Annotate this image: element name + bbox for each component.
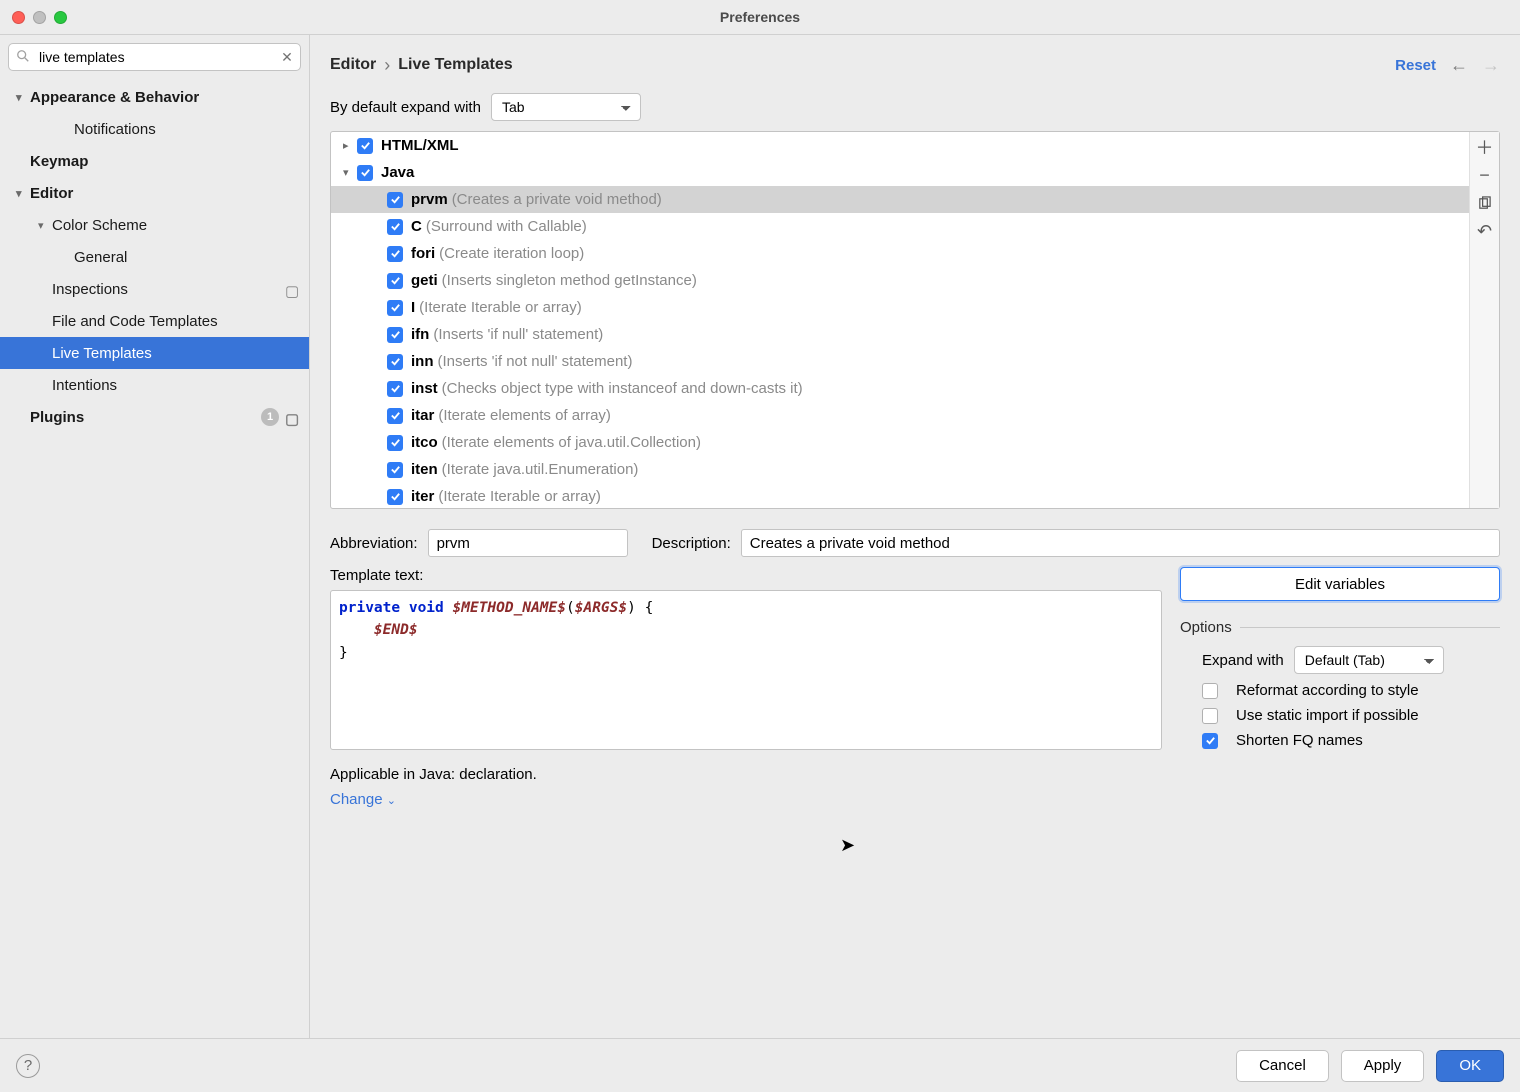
template-item-c[interactable]: C (Surround with Callable) xyxy=(331,213,1469,240)
template-item-itar[interactable]: itar (Iterate elements of array) xyxy=(331,402,1469,429)
sidebar-item-editor[interactable]: ▾Editor xyxy=(0,177,309,209)
sidebar-item-file-and-code-templates[interactable]: File and Code Templates xyxy=(0,305,309,337)
cancel-button[interactable]: Cancel xyxy=(1236,1050,1329,1082)
sidebar-item-plugins[interactable]: Plugins1▢ xyxy=(0,401,309,433)
help-button[interactable]: ? xyxy=(16,1054,40,1078)
breadcrumb: Editor › Live Templates Reset ← → xyxy=(330,45,1500,85)
template-item-inn[interactable]: inn (Inserts 'if not null' statement) xyxy=(331,348,1469,375)
group-checkbox[interactable] xyxy=(357,138,373,154)
template-text-label: Template text: xyxy=(330,567,1162,584)
template-checkbox[interactable] xyxy=(387,408,403,424)
options-label: Options xyxy=(1180,619,1232,636)
template-checkbox[interactable] xyxy=(387,300,403,316)
group-checkbox[interactable] xyxy=(357,165,373,181)
copy-template-icon[interactable] xyxy=(1476,194,1494,212)
reformat-checkbox[interactable] xyxy=(1202,683,1218,699)
shorten-fq-label: Shorten FQ names xyxy=(1236,732,1363,749)
desc-label: Description: xyxy=(652,535,731,552)
expand-with-label: By default expand with xyxy=(330,99,481,116)
add-template-icon[interactable]: ＋ xyxy=(1476,138,1494,156)
window-title: Preferences xyxy=(0,9,1520,25)
template-group-java[interactable]: ▾Java xyxy=(331,159,1469,186)
template-item-iter[interactable]: iter (Iterate Iterable or array) xyxy=(331,483,1469,508)
sidebar-item-inspections[interactable]: Inspections▢ xyxy=(0,273,309,305)
template-checkbox[interactable] xyxy=(387,192,403,208)
chevron-down-icon: ⌄ xyxy=(387,795,396,807)
template-checkbox[interactable] xyxy=(387,462,403,478)
breadcrumb-sep-icon: › xyxy=(384,55,390,76)
search-input[interactable] xyxy=(8,43,301,71)
expand-with-select[interactable]: Tab xyxy=(491,93,641,121)
option-expand-with-label: Expand with xyxy=(1202,652,1284,669)
sidebar-item-color-scheme[interactable]: ▾Color Scheme xyxy=(0,209,309,241)
template-checkbox[interactable] xyxy=(387,246,403,262)
desc-input[interactable] xyxy=(741,529,1500,557)
template-tools: ＋ − ↶ xyxy=(1469,132,1499,508)
search-icon xyxy=(16,49,30,63)
sidebar-item-keymap[interactable]: Keymap xyxy=(0,145,309,177)
titlebar: Preferences xyxy=(0,0,1520,34)
back-icon[interactable]: ← xyxy=(1450,55,1468,76)
static-import-checkbox[interactable] xyxy=(1202,708,1218,724)
template-checkbox[interactable] xyxy=(387,435,403,451)
sidebar-item-appearance-behavior[interactable]: ▾Appearance & Behavior xyxy=(0,81,309,113)
ok-button[interactable]: OK xyxy=(1436,1050,1504,1082)
template-checkbox[interactable] xyxy=(387,327,403,343)
sidebar-item-intentions[interactable]: Intentions xyxy=(0,369,309,401)
clear-search-icon[interactable]: ✕ xyxy=(279,49,295,65)
template-item-prvm[interactable]: prvm (Creates a private void method) xyxy=(331,186,1469,213)
template-checkbox[interactable] xyxy=(387,381,403,397)
forward-icon: → xyxy=(1482,55,1500,76)
applicable-label: Applicable in Java: declaration. xyxy=(330,766,1162,783)
template-group-html-xml[interactable]: ▸HTML/XML xyxy=(331,132,1469,159)
sidebar-item-general[interactable]: General xyxy=(0,241,309,273)
breadcrumb-page: Live Templates xyxy=(398,56,512,74)
sidebar-item-notifications[interactable]: Notifications xyxy=(0,113,309,145)
template-checkbox[interactable] xyxy=(387,219,403,235)
change-context-link[interactable]: Change ⌄ xyxy=(330,791,396,808)
template-checkbox[interactable] xyxy=(387,273,403,289)
template-checkbox[interactable] xyxy=(387,354,403,370)
template-item-inst[interactable]: inst (Checks object type with instanceof… xyxy=(331,375,1469,402)
sidebar-item-live-templates[interactable]: Live Templates xyxy=(0,337,309,369)
template-item-iten[interactable]: iten (Iterate java.util.Enumeration) xyxy=(331,456,1469,483)
template-text-editor[interactable]: private void $METHOD_NAME$($ARGS$) { $EN… xyxy=(330,590,1162,750)
template-item-fori[interactable]: fori (Create iteration loop) xyxy=(331,240,1469,267)
static-import-label: Use static import if possible xyxy=(1236,707,1419,724)
shorten-fq-checkbox[interactable] xyxy=(1202,733,1218,749)
option-expand-with-select[interactable]: Default (Tab) xyxy=(1294,646,1444,674)
abbrev-label: Abbreviation: xyxy=(330,535,418,552)
apply-button[interactable]: Apply xyxy=(1341,1050,1425,1082)
template-item-geti[interactable]: geti (Inserts singleton method getInstan… xyxy=(331,267,1469,294)
templates-list[interactable]: ▸HTML/XML▾Javaprvm (Creates a private vo… xyxy=(331,132,1469,508)
template-checkbox[interactable] xyxy=(387,489,403,505)
edit-variables-button[interactable]: Edit variables xyxy=(1180,567,1500,601)
abbrev-input[interactable] xyxy=(428,529,628,557)
revert-template-icon[interactable]: ↶ xyxy=(1476,222,1494,240)
template-item-i[interactable]: I (Iterate Iterable or array) xyxy=(331,294,1469,321)
breadcrumb-parent[interactable]: Editor xyxy=(330,56,376,74)
template-item-ifn[interactable]: ifn (Inserts 'if null' statement) xyxy=(331,321,1469,348)
sidebar: ✕ ▾Appearance & BehaviorNotificationsKey… xyxy=(0,35,310,1038)
reformat-label: Reformat according to style xyxy=(1236,682,1419,699)
remove-template-icon[interactable]: − xyxy=(1476,166,1494,184)
reset-button[interactable]: Reset xyxy=(1395,57,1436,74)
template-item-itco[interactable]: itco (Iterate elements of java.util.Coll… xyxy=(331,429,1469,456)
